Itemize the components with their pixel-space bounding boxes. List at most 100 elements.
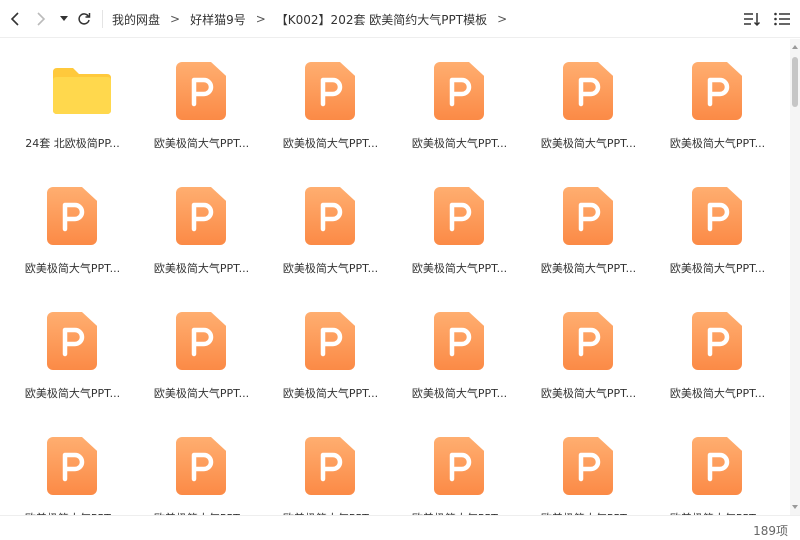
ppt-file-icon bbox=[692, 312, 742, 370]
ppt-doc-shape bbox=[563, 312, 613, 370]
toolbar-divider bbox=[102, 10, 103, 28]
ppt-file-tile[interactable]: 欧美极简大气PPT... bbox=[10, 164, 135, 275]
file-name-label: 欧美极简大气PPT... bbox=[411, 387, 508, 400]
file-name-label: 欧美极简大气PPT... bbox=[540, 262, 637, 275]
ppt-letter-icon bbox=[62, 202, 85, 232]
sort-button[interactable] bbox=[742, 9, 762, 29]
ppt-file-icon bbox=[434, 187, 484, 245]
ppt-file-tile[interactable]: 欧美极简大气PPT... bbox=[397, 39, 522, 150]
ppt-file-icon bbox=[47, 312, 97, 370]
ppt-letter-icon bbox=[191, 452, 214, 482]
ppt-file-icon bbox=[563, 312, 613, 370]
ppt-file-icon bbox=[176, 187, 226, 245]
ppt-file-tile[interactable]: 欧美极简大气PPT... bbox=[139, 414, 264, 515]
ppt-file-tile[interactable]: 欧美极简大气PPT... bbox=[268, 289, 393, 400]
ppt-doc-shape bbox=[563, 62, 613, 120]
ppt-doc-shape bbox=[305, 312, 355, 370]
vertical-scrollbar[interactable] bbox=[790, 39, 800, 515]
breadcrumb-separator: > bbox=[255, 12, 266, 26]
ppt-doc-shape bbox=[434, 312, 484, 370]
ppt-file-tile[interactable]: 欧美极简大气PPT... bbox=[397, 414, 522, 515]
breadcrumb-item-root[interactable]: 我的网盘 bbox=[112, 11, 160, 28]
refresh-icon bbox=[78, 13, 91, 25]
ppt-file-tile[interactable]: 欧美极简大气PPT... bbox=[268, 414, 393, 515]
scroll-down-icon[interactable] bbox=[791, 503, 799, 511]
file-name-label: 欧美极简大气PPT... bbox=[669, 137, 766, 150]
ppt-doc-shape bbox=[434, 62, 484, 120]
file-name-label: 欧美极简大气PPT... bbox=[282, 387, 379, 400]
ppt-doc-shape bbox=[434, 437, 484, 495]
ppt-file-tile[interactable]: 欧美极简大气PPT... bbox=[526, 414, 651, 515]
ppt-letter-icon bbox=[449, 327, 472, 357]
view-tools bbox=[742, 9, 792, 29]
ppt-file-tile[interactable]: 欧美极简大气PPT... bbox=[139, 39, 264, 150]
ppt-doc-shape bbox=[176, 62, 226, 120]
ppt-file-tile[interactable]: 欧美极简大气PPT... bbox=[655, 164, 780, 275]
sort-icon bbox=[744, 13, 761, 27]
ppt-file-tile[interactable]: 欧美极简大气PPT... bbox=[268, 39, 393, 150]
scroll-up-icon[interactable] bbox=[791, 43, 799, 51]
breadcrumb-item-folder[interactable]: 好样猫9号 bbox=[190, 11, 246, 28]
file-name-label: 欧美极简大气PPT... bbox=[411, 262, 508, 275]
ppt-file-tile[interactable]: 欧美极简大气PPT... bbox=[526, 289, 651, 400]
ppt-file-icon bbox=[305, 437, 355, 495]
ppt-letter-icon bbox=[449, 77, 472, 107]
forward-button[interactable] bbox=[32, 8, 50, 30]
ppt-file-tile[interactable]: 欧美极简大气PPT... bbox=[526, 39, 651, 150]
ppt-letter-icon bbox=[449, 452, 472, 482]
ppt-file-tile[interactable]: 欧美极简大气PPT... bbox=[139, 164, 264, 275]
ppt-file-icon bbox=[305, 312, 355, 370]
ppt-letter-icon bbox=[449, 202, 472, 232]
ppt-file-icon bbox=[563, 437, 613, 495]
ppt-file-icon bbox=[692, 62, 742, 120]
file-name-label: 欧美极简大气PPT... bbox=[153, 262, 250, 275]
ppt-file-icon bbox=[434, 437, 484, 495]
file-name-label: 欧美极简大气PPT... bbox=[282, 262, 379, 275]
ppt-letter-icon bbox=[707, 327, 730, 357]
ppt-file-icon bbox=[176, 437, 226, 495]
toolbar: 我的网盘 > 好样猫9号 > 【K002】202套 欧美简约大气PPT模板 > bbox=[0, 0, 800, 38]
ppt-file-tile[interactable]: 欧美极简大气PPT... bbox=[10, 289, 135, 400]
ppt-letter-icon bbox=[62, 452, 85, 482]
breadcrumb-separator: > bbox=[170, 12, 181, 26]
ppt-doc-shape bbox=[692, 437, 742, 495]
ppt-file-tile[interactable]: 欧美极简大气PPT... bbox=[139, 289, 264, 400]
ppt-doc-shape bbox=[305, 62, 355, 120]
file-name-label: 24套 北欧极简PP... bbox=[25, 137, 120, 150]
ppt-file-icon bbox=[563, 62, 613, 120]
ppt-doc-shape bbox=[47, 187, 97, 245]
back-button[interactable] bbox=[6, 8, 24, 30]
ppt-doc-shape bbox=[692, 312, 742, 370]
history-dropdown-button[interactable] bbox=[58, 8, 70, 30]
view-mode-button[interactable] bbox=[772, 9, 792, 29]
folder-tile[interactable]: 24套 北欧极简PP... bbox=[10, 39, 135, 150]
ppt-file-tile[interactable]: 欧美极简大气PPT... bbox=[526, 164, 651, 275]
ppt-file-tile[interactable]: 欧美极简大气PPT... bbox=[397, 289, 522, 400]
ppt-doc-shape bbox=[305, 437, 355, 495]
ppt-file-icon bbox=[563, 187, 613, 245]
breadcrumb-item-current[interactable]: 【K002】202套 欧美简约大气PPT模板 bbox=[276, 11, 487, 28]
breadcrumb-separator: > bbox=[497, 12, 508, 26]
ppt-file-tile[interactable]: 欧美极简大气PPT... bbox=[655, 39, 780, 150]
ppt-file-icon bbox=[176, 312, 226, 370]
refresh-button[interactable] bbox=[74, 8, 94, 30]
folder-shape bbox=[53, 68, 111, 114]
scroll-thumb[interactable] bbox=[792, 57, 798, 107]
file-name-label: 欧美极简大气PPT... bbox=[540, 387, 637, 400]
ppt-letter-icon bbox=[707, 452, 730, 482]
ppt-file-tile[interactable]: 欧美极简大气PPT... bbox=[655, 414, 780, 515]
ppt-letter-icon bbox=[191, 202, 214, 232]
ppt-file-tile[interactable]: 欧美极简大气PPT... bbox=[655, 289, 780, 400]
ppt-file-tile[interactable]: 欧美极简大气PPT... bbox=[397, 164, 522, 275]
ppt-file-tile[interactable]: 欧美极简大气PPT... bbox=[10, 414, 135, 515]
breadcrumb: 我的网盘 > 好样猫9号 > 【K002】202套 欧美简约大气PPT模板 > bbox=[112, 0, 517, 38]
ppt-file-icon bbox=[434, 312, 484, 370]
ppt-letter-icon bbox=[320, 452, 343, 482]
ppt-doc-shape bbox=[305, 187, 355, 245]
ppt-letter-icon bbox=[578, 327, 601, 357]
ppt-file-tile[interactable]: 欧美极简大气PPT... bbox=[268, 164, 393, 275]
ppt-file-icon bbox=[47, 187, 97, 245]
file-name-label: 欧美极简大气PPT... bbox=[669, 387, 766, 400]
ppt-file-icon bbox=[305, 187, 355, 245]
status-bar: 189项 bbox=[0, 515, 800, 540]
